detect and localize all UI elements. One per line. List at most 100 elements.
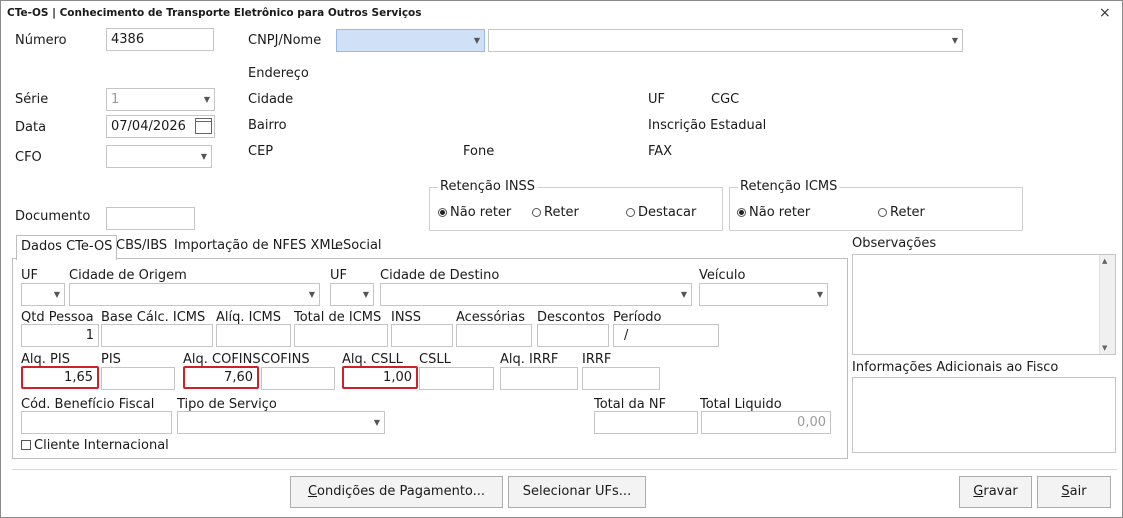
uf-label: UF <box>648 92 665 107</box>
window-title: CTe-OS | Conhecimento de Transporte Elet… <box>7 7 422 19</box>
csll-field[interactable] <box>419 367 494 390</box>
nome-select[interactable]: ▼ <box>488 29 963 52</box>
tipo-servico-select[interactable]: ▼ <box>177 411 385 434</box>
irrf-label: IRRF <box>582 352 612 367</box>
acessorias-label: Acessórias <box>456 310 526 325</box>
scroll-down-icon[interactable]: ▼ <box>1102 344 1107 352</box>
aliq-icms-label: Alíq. ICMS <box>216 310 282 325</box>
inscricao-estadual-label: Inscrição Estadual <box>648 118 767 133</box>
cidade-origem-select[interactable]: ▼ <box>69 283 320 306</box>
button-label: air <box>1069 484 1087 499</box>
data-label: Data <box>15 120 47 135</box>
accesskey: C <box>307 484 318 499</box>
retencao-icms-nao-reter-radio[interactable]: Não reter <box>737 205 810 220</box>
descontos-label: Descontos <box>537 310 605 325</box>
radio-icon <box>878 208 887 217</box>
dropdown-arrow-icon: ▼ <box>308 290 315 299</box>
scroll-up-icon[interactable]: ▲ <box>1102 257 1107 265</box>
gravar-button[interactable]: Gravar <box>959 476 1032 508</box>
pis-field[interactable] <box>101 367 175 390</box>
tab-dados-cte-os[interactable]: Dados CTe-OS <box>16 235 118 260</box>
serie-select[interactable]: 1 ▼ <box>106 88 215 111</box>
uf-destino-select[interactable]: ▼ <box>330 283 374 306</box>
uf-destino-label: UF <box>330 268 347 283</box>
cfo-select[interactable]: ▼ <box>106 145 212 168</box>
radio-selected-icon <box>737 208 746 217</box>
retencao-inss-nao-reter-radio[interactable]: Não reter <box>438 205 511 220</box>
endereco-label: Endereço <box>248 66 309 81</box>
data-value: 07/04/2026 <box>111 119 186 134</box>
numero-field[interactable]: 4386 <box>106 28 214 51</box>
base-icms-field[interactable] <box>101 324 213 347</box>
checkbox-label: Cliente Internacional <box>34 438 169 453</box>
aliq-cofins-label: Alq. COFINS <box>183 352 261 367</box>
aliq-pis-field[interactable]: 1,65 <box>21 366 99 389</box>
radio-icon <box>532 208 541 217</box>
observacoes-label: Observações <box>852 236 937 251</box>
cidade-destino-label: Cidade de Destino <box>380 268 500 283</box>
fone-label: Fone <box>463 144 495 159</box>
cte-os-window: CTe-OS | Conhecimento de Transporte Elet… <box>0 0 1123 518</box>
cliente-internacional-checkbox[interactable]: Cliente Internacional <box>21 438 169 453</box>
documento-field[interactable] <box>106 207 195 230</box>
dropdown-arrow-icon: ▼ <box>816 290 823 299</box>
cnpj-label: CNPJ/Nome <box>248 33 322 48</box>
irrf-field[interactable] <box>582 367 660 390</box>
retencao-icms-group: Retenção ICMS Não reter Reter <box>729 179 1023 231</box>
aliq-pis-label: Alq. PIS <box>21 352 70 367</box>
veiculo-select[interactable]: ▼ <box>699 283 828 306</box>
fax-label: FAX <box>648 144 673 159</box>
retencao-icms-reter-radio[interactable]: Reter <box>878 205 925 220</box>
cnpj-select[interactable]: ▼ <box>336 29 485 52</box>
observacoes-scrollbar[interactable]: ▲ ▼ <box>1099 255 1115 354</box>
sair-button[interactable]: Sair <box>1037 476 1111 508</box>
tab-importacao-nfes-xml[interactable]: Importação de NFES XML <box>170 235 342 259</box>
retencao-inss-destacar-radio[interactable]: Destacar <box>626 205 696 220</box>
selecionar-ufs-button[interactable]: Selecionar UFs... <box>508 476 646 508</box>
footer-separator <box>12 469 1117 470</box>
cofins-field[interactable] <box>261 367 335 390</box>
serie-label: Série <box>15 92 49 107</box>
aliq-csll-field[interactable]: 1,00 <box>342 366 418 389</box>
total-nf-field[interactable] <box>594 411 698 434</box>
veiculo-label: Veículo <box>699 268 746 283</box>
close-icon[interactable]: × <box>1099 5 1111 21</box>
tab-esocial[interactable]: eSocial <box>331 235 386 259</box>
aliq-cofins-field[interactable]: 7,60 <box>183 366 259 389</box>
accesskey: S <box>1061 484 1070 499</box>
dropdown-arrow-icon: ▼ <box>680 290 687 299</box>
total-liquido-label: Total Liquido <box>700 397 782 412</box>
qtd-pessoa-field[interactable]: 1 <box>21 324 99 347</box>
uf-origem-label: UF <box>21 268 38 283</box>
tab-cbs-ibs[interactable]: CBS/IBS <box>112 235 171 259</box>
cod-beneficio-label: Cód. Benefício Fiscal <box>21 397 155 412</box>
calendar-icon[interactable] <box>195 118 212 134</box>
cidade-destino-select[interactable]: ▼ <box>380 283 692 306</box>
serie-value: 1 <box>111 92 120 107</box>
aliq-icms-field[interactable] <box>216 324 291 347</box>
inss-field[interactable] <box>391 324 453 347</box>
radio-label: Não reter <box>450 205 512 220</box>
tipo-servico-label: Tipo de Serviço <box>177 397 277 412</box>
numero-label: Número <box>15 33 67 48</box>
radio-label: Reter <box>544 205 579 220</box>
bairro-label: Bairro <box>248 118 287 133</box>
cod-beneficio-field[interactable] <box>21 411 172 434</box>
dropdown-arrow-icon: ▼ <box>200 152 207 161</box>
observacoes-textarea[interactable]: ▲ ▼ <box>852 254 1116 355</box>
dropdown-arrow-icon: ▼ <box>362 290 369 299</box>
aliq-irrf-field[interactable] <box>500 367 578 390</box>
cep-label: CEP <box>248 144 274 159</box>
periodo-field[interactable]: / <box>613 324 719 347</box>
retencao-inss-reter-radio[interactable]: Reter <box>532 205 579 220</box>
acessorias-field[interactable] <box>456 324 532 347</box>
cgc-label: CGC <box>711 92 740 107</box>
uf-origem-select[interactable]: ▼ <box>21 283 65 306</box>
info-adicionais-textarea[interactable] <box>852 377 1116 453</box>
total-icms-field[interactable] <box>294 324 388 347</box>
condicoes-pagamento-button[interactable]: Condições de Pagamento... <box>290 476 503 508</box>
data-field[interactable]: 07/04/2026 <box>106 115 215 138</box>
descontos-field[interactable] <box>537 324 609 347</box>
total-icms-label: Total de ICMS <box>294 310 382 325</box>
radio-label: Não reter <box>749 205 811 220</box>
